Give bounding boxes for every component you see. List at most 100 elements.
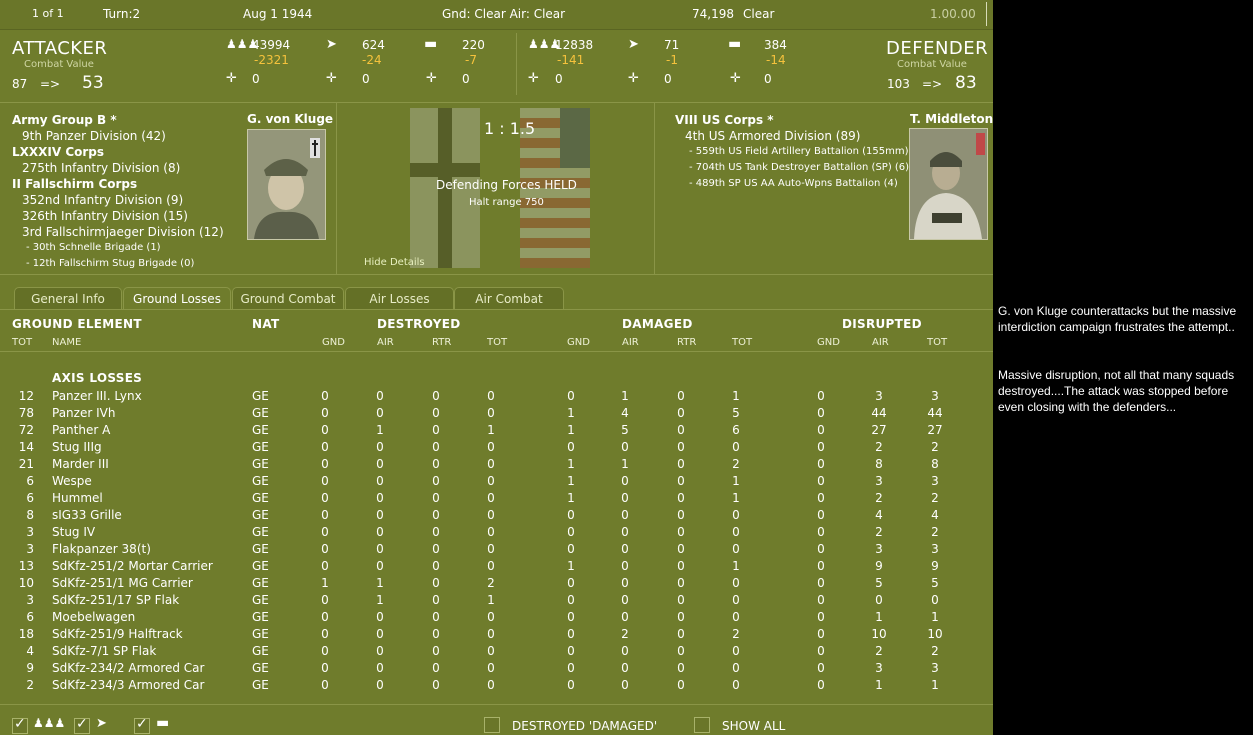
cell-destroyed-tot: 0	[487, 525, 495, 539]
cell-nat: GE	[252, 525, 269, 539]
cell-disrupted-gnd: 0	[817, 423, 825, 437]
tab-ground-combat[interactable]: Ground Combat	[232, 287, 344, 310]
combat-odds: 1 : 1.5	[484, 119, 536, 138]
table-row[interactable]: 21 Marder III GE 0 0 0 0 1 1 0 2 0 8 8	[0, 457, 993, 474]
table-row[interactable]: 8 sIG33 Grille GE 0 0 0 0 0 0 0 0 0 4 4	[0, 508, 993, 525]
table-row[interactable]: 18 SdKfz-251/9 Halftrack GE 0 0 0 0 0 2 0 2 0 10 10	[0, 627, 993, 644]
table-row[interactable]: 6 Moebelwagen GE 0 0 0 0 0 0 0 0 0 1 1	[0, 610, 993, 627]
axis-order-of-battle: Army Group B * 9th Panzer Division (42) LX…	[12, 112, 252, 282]
cell-damaged-gnd: 0	[567, 593, 575, 607]
transport-icon: ✛	[426, 71, 437, 86]
cell-destroyed-tot: 0	[487, 627, 495, 641]
cell-damaged-rtr: 0	[677, 661, 685, 675]
table-row[interactable]: 3 SdKfz-251/17 SP Flak GE 0 1 0 1 0 0 0 0 0 0 0	[0, 593, 993, 610]
cell-nat: GE	[252, 576, 269, 590]
cell-destroyed-rtr: 0	[432, 423, 440, 437]
cell-destroyed-air: 0	[376, 474, 384, 488]
filter-men-checkbox[interactable]: ✓	[12, 716, 28, 734]
header-ground-element: GROUND ELEMENT	[12, 317, 142, 331]
cell-destroyed-rtr: 0	[432, 508, 440, 522]
tank-icon: ▬	[156, 715, 170, 731]
table-row[interactable]: 2 SdKfz-234/3 Armored Car GE 0 0 0 0 0 0 0 0 0 1 1	[0, 678, 993, 695]
cell-destroyed-gnd: 0	[321, 627, 329, 641]
cell-damaged-gnd: 1	[567, 559, 575, 573]
filter-tank-checkbox[interactable]: ✓	[134, 716, 150, 734]
tab-ground-losses[interactable]: Ground Losses	[123, 287, 231, 310]
cell-destroyed-air: 0	[376, 389, 384, 403]
tab-air-combat[interactable]: Air Combat	[454, 287, 564, 310]
cell-disrupted-tot: 1	[931, 610, 939, 624]
cell-disrupted-air: 3	[875, 389, 883, 403]
cell-destroyed-gnd: 0	[321, 389, 329, 403]
table-row[interactable]: 72 Panther A GE 0 1 0 1 1 5 0 6 0 27 27	[0, 423, 993, 440]
cell-destroyed-rtr: 0	[432, 593, 440, 607]
cell-disrupted-air: 5	[875, 576, 883, 590]
table-row[interactable]: 10 SdKfz-251/1 MG Carrier GE 1 1 0 2 0 0 0 0 0 5 5	[0, 576, 993, 593]
aircraft-icon: ➤	[628, 37, 639, 52]
table-row[interactable]: 3 Flakpanzer 38(t) GE 0 0 0 0 0 0 0 0 0 3 3	[0, 542, 993, 559]
show-all-checkbox[interactable]	[694, 717, 710, 733]
cell-disrupted-tot: 9	[931, 559, 939, 573]
table-row[interactable]: 6 Hummel GE 0 0 0 0 1 0 0 1 0 2 2	[0, 491, 993, 508]
cell-disrupted-air: 1	[875, 610, 883, 624]
tab-general-info[interactable]: General Info	[14, 287, 122, 310]
aircraft-icon: ➤	[96, 716, 107, 731]
table-row[interactable]: 4 SdKfz-7/1 SP Flak GE 0 0 0 0 0 0 0 0 0 2 2	[0, 644, 993, 661]
oob-entry: 275th Infantry Division (8)	[22, 161, 181, 175]
cell-name: Flakpanzer 38(t)	[52, 542, 151, 556]
table-row[interactable]: 6 Wespe GE 0 0 0 0 1 0 0 1 0 3 3	[0, 474, 993, 491]
cell-damaged-tot: 0	[732, 576, 740, 590]
detail-left-divider	[336, 103, 337, 275]
cell-nat: GE	[252, 389, 269, 403]
cell-damaged-air: 1	[621, 457, 629, 471]
tank-icon: ▬	[424, 36, 438, 52]
table-row[interactable]: 12 Panzer III. Lynx GE 0 0 0 0 0 1 0 1 0 3 3	[0, 389, 993, 406]
cell-disrupted-tot: 3	[931, 661, 939, 675]
cell-disrupted-air: 2	[875, 644, 883, 658]
cell-tot: 8	[26, 508, 34, 522]
cell-damaged-tot: 0	[732, 440, 740, 454]
cell-disrupted-gnd: 0	[817, 525, 825, 539]
table-row[interactable]: 13 SdKfz-251/2 Mortar Carrier GE 0 0 0 0 1 0 0 1 0 9…	[0, 559, 993, 576]
tab-air-losses[interactable]: Air Losses	[345, 287, 454, 310]
cell-destroyed-gnd: 0	[321, 593, 329, 607]
cell-destroyed-rtr: 0	[432, 474, 440, 488]
cell-tot: 6	[26, 491, 34, 505]
table-row[interactable]: 9 SdKfz-234/2 Armored Car GE 0 0 0 0 0 0 0 0 0 3 3	[0, 661, 993, 678]
cell-damaged-rtr: 0	[677, 525, 685, 539]
cell-damaged-rtr: 0	[677, 644, 685, 658]
turn-label: Turn:2	[103, 7, 141, 21]
defender-tank: 384	[764, 38, 787, 52]
filter-air-checkbox[interactable]: ✓	[74, 716, 90, 734]
cell-damaged-air: 0	[621, 508, 629, 522]
table-row[interactable]: 14 Stug IIIg GE 0 0 0 0 0 0 0 0 0 2 2	[0, 440, 993, 457]
table-row[interactable]: 78 Panzer IVh GE 0 0 0 0 1 4 0 5 0 44 44	[0, 406, 993, 423]
cell-damaged-rtr: 0	[677, 457, 685, 471]
cell-tot: 13	[18, 559, 34, 573]
cell-nat: GE	[252, 559, 269, 573]
destroyed-damaged-checkbox[interactable]	[484, 717, 500, 733]
table-row[interactable]: 3 Stug IV GE 0 0 0 0 0 0 0 0 0 2 2	[0, 525, 993, 542]
header-divider	[0, 351, 993, 352]
attacker-r2a: 0	[252, 72, 260, 86]
cell-disrupted-tot: 5	[931, 576, 939, 590]
check-icon: ✓	[136, 716, 148, 732]
cell-damaged-air: 0	[621, 593, 629, 607]
cell-disrupted-air: 2	[875, 491, 883, 505]
cell-disrupted-tot: 3	[931, 474, 939, 488]
cell-damaged-tot: 2	[732, 627, 740, 641]
transport-icon: ✛	[730, 71, 741, 86]
cell-nat: GE	[252, 474, 269, 488]
cell-tot: 21	[18, 457, 34, 471]
cell-damaged-rtr: 0	[677, 491, 685, 505]
cell-damaged-gnd: 0	[567, 525, 575, 539]
oob-entry: II Fallschirm Corps	[12, 177, 138, 191]
cell-nat: GE	[252, 440, 269, 454]
cell-name: Marder III	[52, 457, 109, 471]
hide-details-link[interactable]: Hide Details	[364, 257, 425, 268]
cell-damaged-tot: 0	[732, 593, 740, 607]
cell-destroyed-tot: 2	[487, 576, 495, 590]
subheader-disrupted-tot: TOT	[927, 337, 948, 348]
cell-damaged-gnd: 1	[567, 406, 575, 420]
oob-entry: 4th US Armored Division (89)	[685, 129, 861, 143]
